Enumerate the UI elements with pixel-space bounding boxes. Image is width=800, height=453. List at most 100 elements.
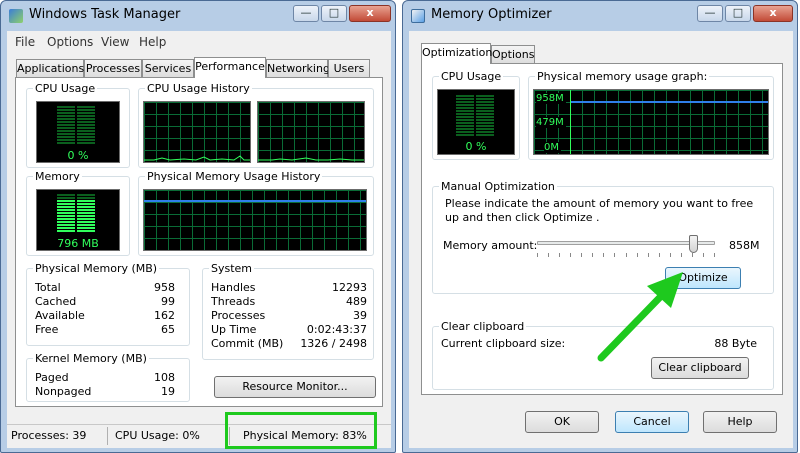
- slider-tick: [603, 253, 604, 257]
- menu-options[interactable]: Options: [47, 35, 93, 49]
- meter-segment: [57, 121, 75, 123]
- meter-segment: [77, 115, 95, 117]
- meter-segment: [57, 215, 75, 217]
- cpu-history-group: CPU Usage History: [138, 82, 374, 168]
- meter-segment: [456, 107, 474, 109]
- slider-ticks: [537, 253, 715, 259]
- meter-segment: [57, 118, 75, 120]
- maximize-button[interactable]: □: [725, 5, 751, 22]
- row-value: 162: [154, 309, 175, 322]
- menu-file[interactable]: File: [15, 35, 35, 49]
- optimizer-cpu-meter-right: [476, 95, 494, 137]
- row-value: 12293: [332, 281, 367, 294]
- cpu-history-label: CPU Usage History: [145, 82, 252, 95]
- menu-help[interactable]: Help: [139, 35, 166, 49]
- meter-segment: [456, 134, 474, 136]
- meter-segment: [57, 139, 75, 141]
- close-button[interactable]: x: [349, 5, 391, 22]
- memory-amount-slider[interactable]: [537, 235, 715, 263]
- tab-services[interactable]: Services: [142, 59, 194, 78]
- physical-memory-label: Physical Memory (MB): [33, 262, 160, 275]
- cancel-button[interactable]: Cancel: [615, 411, 689, 433]
- help-button[interactable]: Help: [703, 411, 777, 433]
- optimizer-cpu-meter-left: [456, 95, 474, 137]
- meter-segment: [77, 218, 95, 220]
- status-cpu-usage: CPU Usage: 0%: [115, 429, 200, 442]
- memory-history-graph: [143, 189, 367, 251]
- row-value: 1326 / 2498: [300, 337, 367, 350]
- meter-segment: [476, 116, 494, 118]
- meter-segment: [476, 125, 494, 127]
- row-name: Nonpaged: [35, 385, 92, 398]
- memory-optimizer-titlebar[interactable]: Memory Optimizer — □ x: [403, 1, 797, 29]
- meter-segment: [456, 95, 474, 97]
- task-manager-titlebar[interactable]: Windows Task Manager — □ x: [1, 1, 395, 29]
- tab-optimization[interactable]: Optimization: [421, 43, 492, 64]
- optimizer-cpu-usage-meter: 0 %: [437, 89, 515, 155]
- row-name: Available: [35, 309, 85, 322]
- meter-segment: [57, 206, 75, 208]
- cpu-history-trace-2: [258, 157, 364, 161]
- close-button[interactable]: x: [753, 5, 793, 22]
- meter-segment: [77, 203, 95, 205]
- meter-segment: [476, 122, 494, 124]
- slider-tick: [648, 253, 649, 257]
- slider-tick: [637, 253, 638, 257]
- meter-segment: [57, 221, 75, 223]
- meter-segment: [77, 121, 95, 123]
- cpu-history-trace-1: [144, 155, 250, 161]
- tab-applications[interactable]: Applications: [16, 59, 84, 78]
- meter-segment: [456, 101, 474, 103]
- memory-meter-left: [57, 194, 75, 234]
- tab-networking[interactable]: Networking: [266, 59, 330, 78]
- meter-segment: [476, 119, 494, 121]
- tab-options[interactable]: Options: [491, 45, 535, 64]
- meter-segment: [77, 112, 95, 114]
- optimizer-cpu-usage-label: CPU Usage: [439, 70, 504, 83]
- meter-segment: [57, 115, 75, 117]
- row-name: Threads: [211, 295, 256, 308]
- tab-users[interactable]: Users: [328, 59, 370, 78]
- menu-bar: File Options View Help: [7, 31, 391, 51]
- meter-segment: [57, 133, 75, 135]
- meter-segment: [456, 104, 474, 106]
- manual-optimization-instruction: Please indicate the amount of memory you…: [445, 197, 754, 224]
- system-row-processes: Processes 39: [211, 309, 367, 322]
- ok-button[interactable]: OK: [525, 411, 599, 433]
- slider-tick: [659, 253, 660, 257]
- graph-axis-max: 958M: [536, 93, 566, 104]
- row-value: 99: [161, 295, 175, 308]
- meter-segment: [77, 221, 95, 223]
- kernel-memory-row-paged: Paged 108: [35, 371, 175, 384]
- row-name: Cached: [35, 295, 77, 308]
- meter-segment: [77, 194, 95, 196]
- kernel-memory-row-nonpaged: Nonpaged 19: [35, 385, 175, 398]
- physical-memory-row-cached: Cached 99: [35, 295, 175, 308]
- memory-history-line: [144, 200, 366, 202]
- meter-segment: [77, 142, 95, 144]
- slider-thumb[interactable]: [689, 235, 698, 253]
- cpu-usage-meter: 0 %: [36, 101, 120, 163]
- physical-memory-group: Physical Memory (MB) Total 958 Cached 99 A…: [26, 262, 190, 346]
- graph-axis-mid: 479M: [536, 117, 566, 128]
- tab-processes[interactable]: Processes: [84, 59, 142, 78]
- meter-segment: [476, 113, 494, 115]
- meter-segment: [476, 128, 494, 130]
- manual-optimization-label: Manual Optimization: [439, 180, 557, 193]
- resource-monitor-button[interactable]: Resource Monitor...: [214, 376, 376, 398]
- meter-segment: [77, 224, 95, 226]
- meter-segment: [476, 98, 494, 100]
- meter-segment: [77, 133, 95, 135]
- physical-memory-highlight: [225, 412, 377, 449]
- tab-performance[interactable]: Performance: [194, 57, 266, 78]
- meter-segment: [77, 215, 95, 217]
- meter-segment: [57, 136, 75, 138]
- maximize-button[interactable]: □: [321, 5, 347, 22]
- window-title: Windows Task Manager: [29, 7, 181, 22]
- row-value: 489: [346, 295, 367, 308]
- minimize-button[interactable]: —: [697, 5, 723, 22]
- row-value: 65: [161, 323, 175, 336]
- menu-view[interactable]: View: [101, 35, 129, 49]
- window-title: Memory Optimizer: [431, 7, 552, 22]
- minimize-button[interactable]: —: [293, 5, 319, 22]
